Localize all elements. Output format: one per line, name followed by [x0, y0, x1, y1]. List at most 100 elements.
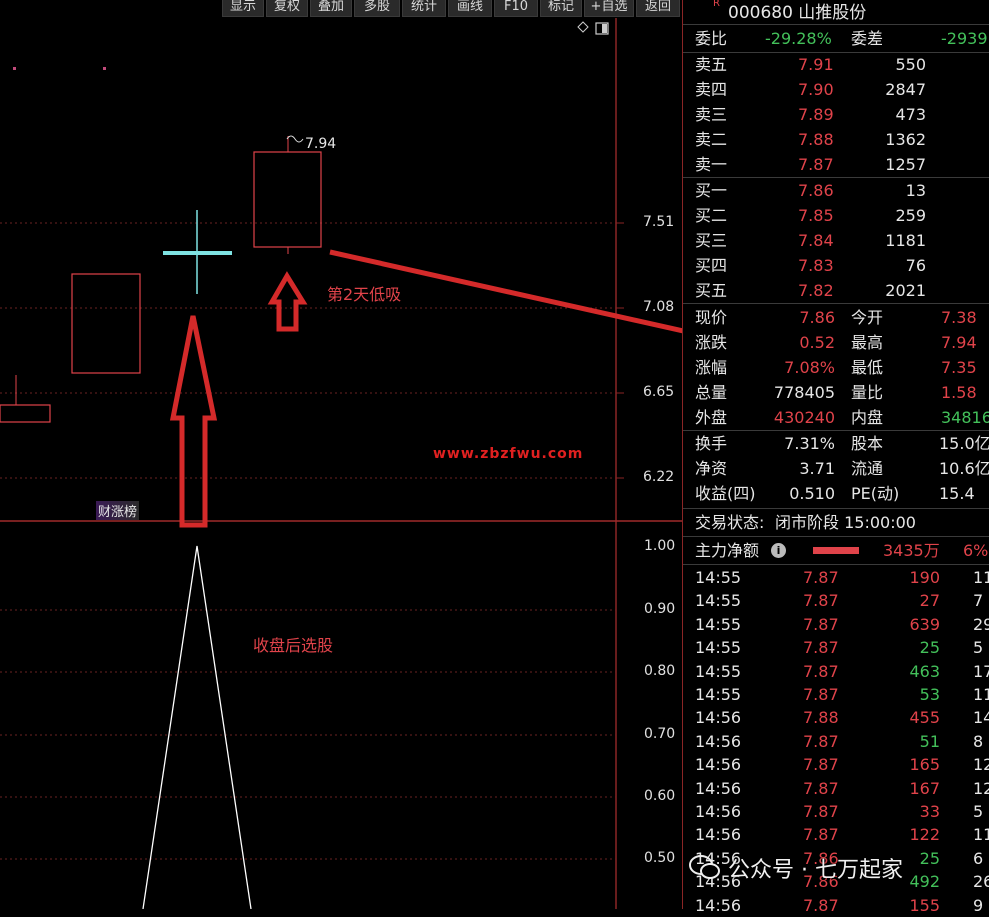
ask-label: 卖四 — [695, 80, 728, 99]
fundamental-label: PE(动) — [851, 484, 900, 503]
tick-price: 7.88 — [803, 708, 839, 728]
tick-count: 11 — [973, 685, 989, 704]
tick-row: 14:56 7.87 167 12 — [683, 777, 989, 800]
quote-value: 7.94 — [941, 333, 977, 352]
chart-toolbar: 显示 复权 叠加 多股 统计 画线 F10 标记 +自选 返回 — [0, 0, 682, 18]
tick-time: 14:56 — [695, 778, 742, 798]
price-grid — [0, 222, 616, 860]
quote-label: 总量 — [695, 383, 728, 402]
tick-volume: 155 — [909, 895, 940, 915]
bid-label: 买四 — [695, 256, 728, 275]
order-diff-value: -2939 — [941, 29, 988, 48]
tick-row: 14:55 7.87 25 5 — [683, 636, 989, 659]
candle-body — [71, 273, 141, 374]
tick-price: 7.87 — [803, 825, 839, 845]
bid-row: 买三 7.84 1181 — [683, 228, 989, 253]
main-capital-label: 主力净额 — [695, 541, 760, 560]
toolbar-button-back[interactable]: 返回 — [636, 0, 680, 17]
buy-arrow — [169, 315, 218, 528]
bid-price: 7.84 — [798, 231, 834, 250]
bid-volume: 76 — [905, 256, 926, 275]
tick-count: 11 — [973, 825, 989, 845]
tick-time: 14:56 — [695, 708, 742, 728]
quote-label: 外盘 — [695, 408, 728, 427]
divider — [683, 303, 989, 304]
bid-row: 买一 7.86 13 — [683, 178, 989, 203]
main-capital-value: 3435万 — [883, 541, 940, 560]
tick-time: 14:55 — [695, 614, 742, 634]
toolbar-button-draw[interactable]: 画线 — [448, 0, 492, 17]
tick-volume: 51 — [919, 731, 940, 751]
stock-code-name[interactable]: 000680 山推股份 — [728, 0, 866, 23]
tick-count: 14 — [973, 708, 989, 728]
indicator-tick: 0.70 — [644, 726, 676, 742]
quote-label: 涨跌 — [695, 333, 728, 352]
tick-count: 5 — [973, 802, 984, 821]
toolbar-button-overlay[interactable]: 叠加 — [310, 0, 352, 17]
next-day-arrow — [267, 271, 308, 332]
bid-volume: 13 — [905, 181, 926, 200]
bid-volume: 1181 — [885, 231, 926, 250]
bid-row: 买四 7.83 76 — [683, 253, 989, 278]
tick-volume: 25 — [919, 638, 940, 658]
price-tick: 6.22 — [643, 469, 675, 485]
trading-status-row: 交易状态: 闭市阶段 15:00:00 — [683, 510, 989, 535]
toolbar-button-mark[interactable]: 标记 — [540, 0, 582, 17]
kline-chart-area[interactable]: 7.51 7.08 6.65 6.22 1.00 0.90 0.80 0.70 … — [0, 18, 682, 909]
tick-price: 7.87 — [803, 731, 839, 751]
quote-value: 7.08% — [784, 358, 835, 377]
ask-price: 7.91 — [798, 55, 834, 74]
tick-row: 14:56 7.88 455 14 — [683, 706, 989, 729]
toolbar-button-display[interactable]: 显示 — [222, 0, 264, 17]
tick-volume: 639 — [909, 614, 940, 634]
tick-count: 5 — [973, 638, 984, 658]
bid-label: 买五 — [695, 281, 728, 300]
ask-row: 卖一 7.87 1257 — [683, 152, 989, 177]
toolbar-button-statistics[interactable]: 统计 — [402, 0, 446, 17]
tick-volume: 165 — [909, 755, 940, 775]
quote-label: 最低 — [851, 358, 884, 377]
tick-price: 7.87 — [803, 685, 839, 704]
tick-volume: 53 — [919, 685, 940, 704]
toolbar-button-f10[interactable]: F10 — [494, 0, 538, 17]
ask-row: 卖五 7.91 550 — [683, 52, 989, 77]
ask-price: 7.89 — [798, 105, 834, 124]
annotation-next-day: 第2天低吸 — [327, 285, 402, 304]
toolbar-button-multi-stock[interactable]: 多股 — [354, 0, 400, 17]
tick-time: 14:56 — [695, 802, 742, 821]
fundamental-row: 净资 3.71 流通 10.6亿 — [683, 456, 989, 481]
tick-time: 14:55 — [695, 591, 742, 611]
toolbar-button-adjust[interactable]: 复权 — [266, 0, 308, 17]
quote-panel: R 000680 山推股份 委比 -29.28% 委差 -2939 卖五 7.91… — [682, 0, 989, 915]
indicator-name-label[interactable]: 财涨榜 — [96, 501, 140, 520]
fundamental-value: 15.4 — [939, 484, 975, 503]
fundamental-value: 7.31% — [784, 434, 835, 453]
fundamental-value: 0.510 — [789, 484, 835, 503]
toolbar-button-add-watchlist[interactable]: +自选 — [584, 0, 634, 17]
tick-time: 14:56 — [695, 755, 742, 775]
order-diff-label: 委差 — [851, 29, 884, 48]
fundamental-label: 收益(四) — [695, 484, 756, 503]
price-tick: 7.51 — [643, 214, 675, 230]
tick-count: 12 — [973, 778, 989, 798]
info-icon[interactable]: i — [771, 543, 786, 558]
tick-row: 14:56 7.87 51 8 — [683, 730, 989, 753]
tick-price: 7.87 — [803, 568, 839, 587]
ask-label: 卖二 — [695, 130, 728, 149]
tick-row: 14:55 7.87 27 7 — [683, 589, 989, 612]
tick-row: 14:55 7.87 53 11 — [683, 683, 989, 706]
fundamental-label: 净资 — [695, 459, 728, 478]
tick-row: 14:55 7.87 639 29 — [683, 613, 989, 636]
wechat-watermark-text: 公众号 · 七万起家 — [728, 858, 903, 883]
tick-price: 7.87 — [803, 802, 839, 821]
site-watermark: www.zbzfwu.com — [433, 446, 584, 462]
tick-count: 8 — [973, 731, 984, 751]
ask-price: 7.88 — [798, 130, 834, 149]
candle-body — [253, 151, 322, 248]
quote-value: 1.58 — [941, 383, 977, 402]
tick-volume: 190 — [909, 568, 940, 587]
diamond-icon — [577, 21, 589, 33]
marker-dot — [103, 67, 106, 70]
indicator-tick: 0.60 — [644, 788, 676, 804]
stock-header: R 000680 山推股份 — [683, 0, 989, 24]
